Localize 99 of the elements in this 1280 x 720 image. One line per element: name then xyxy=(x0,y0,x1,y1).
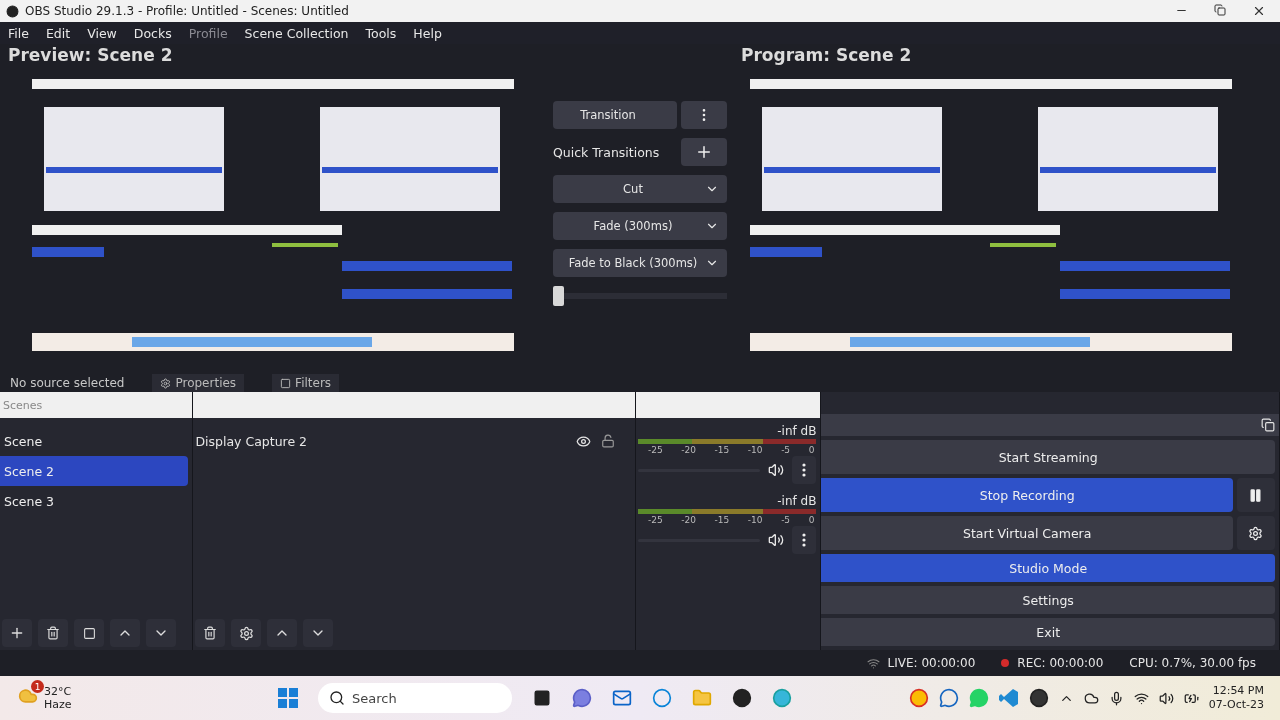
more-button[interactable] xyxy=(792,526,817,554)
trash-icon xyxy=(203,626,218,640)
more-icon xyxy=(802,463,807,477)
filters-button[interactable] xyxy=(74,619,104,647)
meter-tick: -25 xyxy=(648,445,663,455)
volume-reading: -inf dB xyxy=(777,494,817,508)
search-icon xyxy=(329,690,345,706)
signal-icon xyxy=(866,656,880,670)
trash-icon xyxy=(46,626,60,640)
weather-condition: Haze xyxy=(44,698,72,711)
dock-title: Scenes xyxy=(0,392,193,418)
control-button[interactable]: Studio Mode xyxy=(821,554,1275,582)
task-view-icon[interactable] xyxy=(533,689,551,707)
add-button[interactable] xyxy=(681,138,727,166)
plus-icon xyxy=(9,625,25,641)
meter-tick: -5 xyxy=(781,515,791,525)
wifi-icon[interactable] xyxy=(1133,690,1149,706)
close-icon[interactable] xyxy=(1252,4,1266,18)
clock-time[interactable]: 12:54 PM xyxy=(1212,684,1264,698)
chat-icon[interactable] xyxy=(572,688,592,708)
start-icon[interactable] xyxy=(278,688,298,708)
quick-transition-button[interactable]: Cut xyxy=(553,175,727,203)
menu-item[interactable]: Edit xyxy=(45,25,71,41)
delete-button[interactable] xyxy=(38,619,68,647)
menu-item[interactable]: File xyxy=(8,25,29,41)
context-button[interactable]: Filters xyxy=(272,374,340,392)
meter-tick: -10 xyxy=(747,515,763,525)
menu-item[interactable]: Docks xyxy=(133,25,172,41)
context-button[interactable]: Properties xyxy=(152,374,245,392)
speaker-icon[interactable] xyxy=(768,532,785,548)
meter-tick: -20 xyxy=(681,515,696,525)
scene-item[interactable]: Scene xyxy=(0,426,189,456)
meter-tick: -5 xyxy=(781,445,791,455)
scene-item[interactable]: Scene 2 xyxy=(0,456,189,486)
live-status: LIVE: 00:00:00 xyxy=(887,656,976,670)
square-icon xyxy=(280,377,292,389)
temperature: 32°C xyxy=(44,685,72,698)
volume-icon[interactable] xyxy=(1158,690,1174,706)
meter-tick: 0 xyxy=(808,515,815,525)
unlock-icon[interactable] xyxy=(601,434,615,448)
meter-tick: -15 xyxy=(714,515,730,525)
delete-button[interactable] xyxy=(195,619,226,647)
notification-badge: 1 xyxy=(31,680,44,693)
pause-icon xyxy=(1248,487,1264,503)
menu-item[interactable]: View xyxy=(87,25,117,41)
meter-tick: -25 xyxy=(648,515,663,525)
gear-icon xyxy=(160,377,172,389)
program-title: Program: Scene 2 xyxy=(741,45,913,67)
control-button[interactable]: Exit xyxy=(821,618,1275,646)
restore-icon[interactable] xyxy=(1214,4,1226,16)
settings-button[interactable] xyxy=(1237,516,1275,550)
search-field[interactable]: Search xyxy=(318,683,512,713)
control-button[interactable]: Start Streaming xyxy=(821,440,1275,474)
meter-tick: -15 xyxy=(714,445,730,455)
meter-tick: -20 xyxy=(681,445,696,455)
pause-button[interactable] xyxy=(1237,478,1275,512)
rec-status: REC: 00:00:00 xyxy=(1017,656,1104,670)
control-button[interactable]: Settings xyxy=(821,586,1275,614)
mic-icon[interactable] xyxy=(1108,690,1124,706)
move-down-button[interactable] xyxy=(303,619,334,647)
add-button[interactable] xyxy=(2,619,32,647)
menu-item[interactable]: Tools xyxy=(365,25,397,41)
settings-button[interactable] xyxy=(231,619,262,647)
source-item[interactable]: Display Capture 2 xyxy=(193,426,635,456)
menu-item[interactable]: Help xyxy=(413,25,442,41)
more-button[interactable] xyxy=(792,456,817,484)
cpu-status: CPU: 0.7%, 30.00 fps xyxy=(1129,656,1256,670)
scene-item[interactable]: Scene 3 xyxy=(0,486,189,516)
move-down-button[interactable] xyxy=(146,619,176,647)
speaker-icon[interactable] xyxy=(768,462,785,478)
record-dot-icon xyxy=(1001,659,1010,667)
gear-icon xyxy=(1248,525,1264,541)
move-up-button[interactable] xyxy=(267,619,298,647)
control-button[interactable]: Start Virtual Camera xyxy=(821,516,1233,550)
transition-button[interactable]: Transition xyxy=(553,101,677,129)
volume-reading: -inf dB xyxy=(777,424,817,438)
app-icon[interactable] xyxy=(732,688,752,708)
menu-item[interactable]: Scene Collection xyxy=(244,25,349,41)
cloud-icon[interactable] xyxy=(1083,690,1099,706)
move-up-button[interactable] xyxy=(110,619,140,647)
gear-icon xyxy=(238,625,254,641)
more-icon xyxy=(802,533,807,547)
clock-date[interactable]: 07-Oct-23 xyxy=(1208,698,1264,712)
window-title: OBS Studio 29.1.3 - Profile: Untitled - Scenes: Untitled xyxy=(25,4,350,18)
quick-transitions-label: Quick Transitions xyxy=(553,144,661,160)
undock-icon[interactable] xyxy=(1261,418,1275,432)
mail-icon[interactable] xyxy=(612,688,632,708)
plus-icon xyxy=(695,143,713,161)
meter-tick: -10 xyxy=(747,445,763,455)
quick-transition-button[interactable]: Fade (300ms) xyxy=(553,212,727,240)
visibility-icon[interactable] xyxy=(576,433,591,449)
control-button[interactable]: Stop Recording xyxy=(821,478,1233,512)
source-name: Display Capture 2 xyxy=(195,433,309,449)
quick-transition-button[interactable]: Fade to Black (300ms) xyxy=(553,249,727,277)
meter-tick: 0 xyxy=(808,445,815,455)
context-text: No source selected xyxy=(10,376,125,390)
code-editor-icon[interactable] xyxy=(998,688,1019,708)
square-icon xyxy=(82,626,96,640)
preview-title: Preview: Scene 2 xyxy=(8,45,174,67)
